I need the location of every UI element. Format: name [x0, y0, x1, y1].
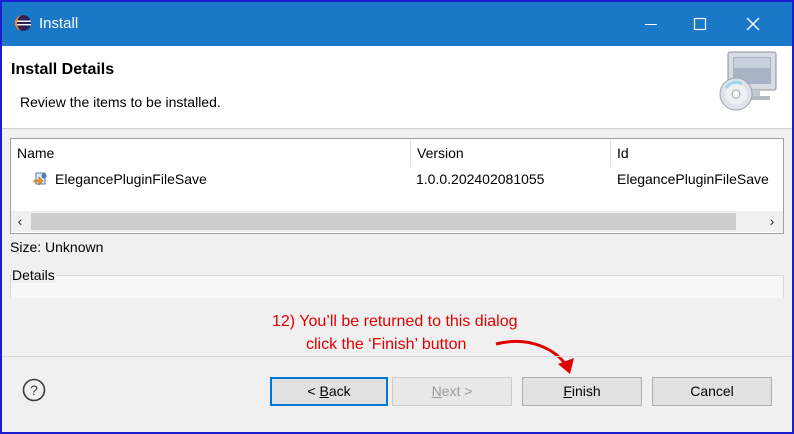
minimize-icon — [645, 24, 657, 25]
next-button[interactable]: Next > — [392, 377, 512, 406]
table-row[interactable]: ElegancePluginFileSave 1.0.0.20240208105… — [11, 167, 783, 191]
row-name: ElegancePluginFileSave — [55, 171, 207, 187]
back-mnemonic: B — [319, 383, 329, 399]
row-version: 1.0.0.202402081055 — [416, 171, 545, 187]
minimize-button[interactable] — [634, 10, 668, 38]
back-prefix: < — [307, 383, 320, 399]
maximize-button[interactable] — [683, 10, 717, 38]
details-group — [10, 275, 784, 298]
maximize-icon — [693, 17, 707, 31]
annotation-line-1: 12) You’ll be returned to this dialog — [272, 313, 518, 330]
cancel-button[interactable]: Cancel — [652, 377, 772, 406]
computer-cd-icon — [719, 51, 777, 111]
horizontal-scrollbar[interactable]: ‹ › — [11, 211, 783, 232]
install-items-table[interactable]: Name Version Id ElegancePluginFileSave 1… — [10, 138, 784, 234]
chevron-right-icon[interactable]: › — [763, 211, 781, 232]
next-mnemonic: N — [431, 383, 442, 399]
close-icon — [746, 17, 760, 31]
chevron-left-icon[interactable]: ‹ — [11, 211, 29, 232]
back-label-rest: ack — [328, 383, 351, 399]
finish-mnemonic: F — [563, 383, 572, 399]
back-button[interactable]: < Back — [270, 377, 388, 406]
finish-button[interactable]: Finish — [522, 377, 642, 406]
install-dialog: Install Install Details Review the items… — [0, 0, 794, 434]
page-description: Review the items to be installed. — [20, 94, 221, 110]
annotation-line-2: click the ‘Finish’ button — [306, 336, 467, 353]
row-id: ElegancePluginFileSave — [617, 171, 769, 187]
finish-label-rest: inish — [571, 383, 601, 399]
column-header-version[interactable]: Version — [411, 139, 611, 167]
next-label-rest: ext > — [441, 383, 473, 399]
column-header-id[interactable]: Id — [611, 139, 783, 167]
svg-text:?: ? — [30, 382, 38, 398]
title-bar[interactable]: Install — [2, 2, 792, 46]
size-label: Size: Unknown — [10, 239, 104, 255]
scroll-thumb[interactable] — [31, 213, 736, 230]
dialog-header: Install Details Review the items to be i… — [2, 46, 792, 129]
page-title: Install Details — [11, 61, 115, 78]
plugin-icon — [33, 172, 47, 186]
eclipse-icon — [15, 15, 31, 31]
details-label: Details — [11, 267, 56, 283]
help-icon[interactable]: ? — [22, 378, 46, 402]
window-title: Install — [39, 15, 79, 32]
column-header-name[interactable]: Name — [11, 139, 411, 167]
footer-separator — [2, 356, 792, 357]
close-button[interactable] — [736, 10, 770, 38]
red-arrow-icon — [495, 340, 574, 374]
